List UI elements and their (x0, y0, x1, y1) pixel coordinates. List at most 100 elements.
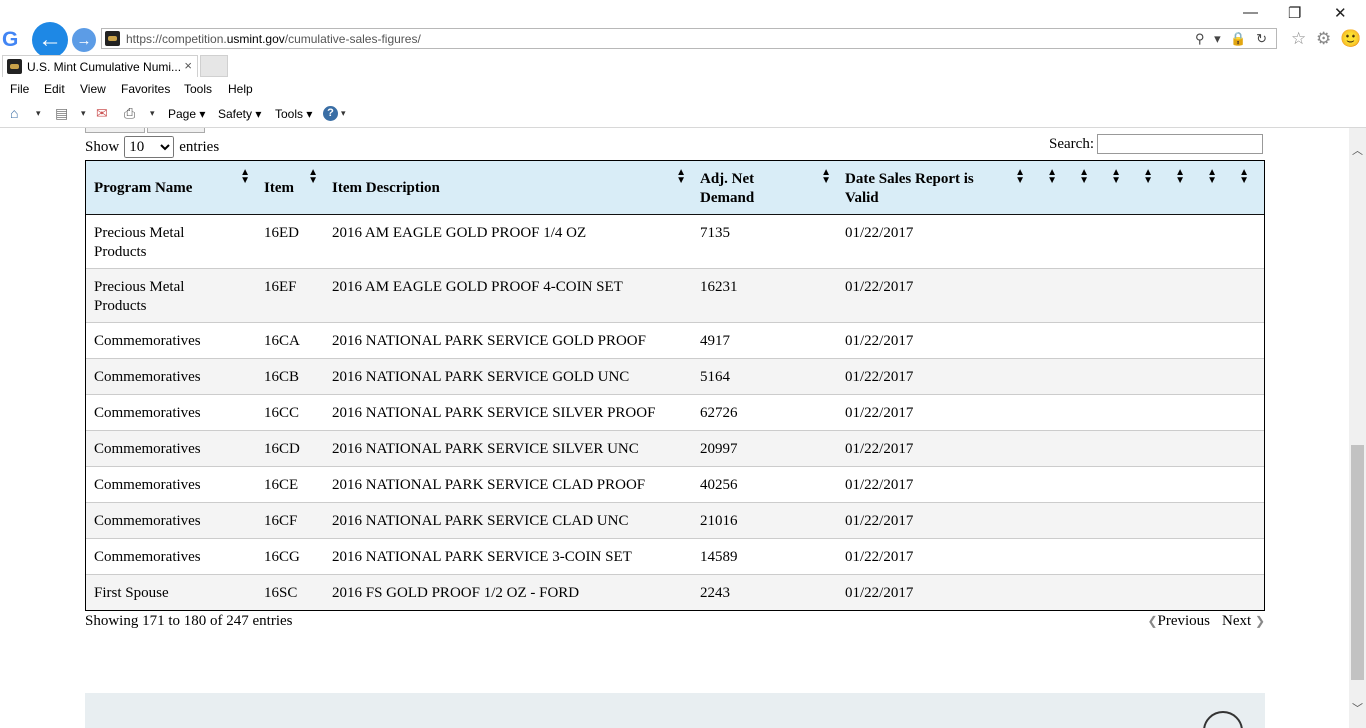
export-button-partial-2[interactable] (147, 128, 205, 133)
url-text[interactable]: https://competition.usmint.gov/cumulativ… (126, 32, 421, 46)
address-tools-icons[interactable]: ⚲ ▾ 🔒 ↻ (1195, 31, 1270, 47)
header-item[interactable]: Item ▲ ▼ (256, 161, 324, 214)
page-length-select[interactable]: 10 (124, 136, 175, 158)
scroll-down-icon[interactable]: ﹀ (1352, 700, 1363, 716)
cell-date: 01/22/2017 (845, 225, 914, 241)
tools-menu[interactable]: Tools ▾ (275, 107, 312, 121)
cell-date: 01/22/2017 (845, 477, 914, 493)
cell-program: Commemoratives (94, 513, 201, 529)
favorites-star-icon[interactable]: ☆ (1291, 29, 1306, 49)
header-empty-column[interactable]: ▲ ▼ (1127, 161, 1159, 214)
page-footer (85, 693, 1265, 728)
address-bar[interactable]: https://competition.usmint.gov/cumulativ… (101, 28, 1277, 49)
header-empty-column[interactable]: ▲ ▼ (1063, 161, 1095, 214)
minimize-icon[interactable]: — (1243, 4, 1258, 21)
header-label: Item (264, 180, 294, 196)
tab-active[interactable]: U.S. Mint Cumulative Numi... × (2, 55, 198, 77)
page-length-control: Show 10 entries (85, 136, 219, 158)
menu-view[interactable]: View (80, 82, 106, 96)
table-row: Commemoratives 16CC 2016 NATIONAL PARK SER… (86, 395, 1264, 431)
table-header: Program Name ▲ ▼ Item ▲ ▼ Item Description ▲ … (86, 161, 1264, 215)
cell-date: 01/22/2017 (845, 279, 914, 295)
header-label: Date Sales Report is Valid (845, 171, 974, 206)
sort-icon[interactable]: ▲ ▼ (1047, 168, 1057, 186)
header-empty-column[interactable]: ▲ ▼ (1191, 161, 1223, 214)
header-adj-net-demand[interactable]: Adj. Net Demand ▲ ▼ (692, 161, 837, 214)
sort-icon[interactable]: ▲ ▼ (1015, 168, 1025, 186)
sort-icon[interactable]: ▲ ▼ (1175, 168, 1185, 186)
help-caret-icon[interactable]: ▾ (341, 108, 346, 119)
previous-button[interactable]: ❮Previous (1147, 613, 1210, 630)
sort-icon[interactable]: ▲ ▼ (1079, 168, 1089, 186)
vertical-scrollbar[interactable]: ︿ ﹀ (1349, 128, 1366, 728)
page-menu[interactable]: Page ▾ (168, 107, 205, 121)
tools-menu-label: Tools (275, 107, 304, 121)
cell-desc: 2016 NATIONAL PARK SERVICE GOLD PROOF (332, 333, 646, 349)
cell-program: Precious Metal Products (94, 225, 185, 260)
menu-help[interactable]: Help (228, 82, 253, 96)
scroll-thumb[interactable] (1351, 445, 1364, 680)
page-menu-label: Page (168, 107, 197, 121)
new-tab-button[interactable] (200, 55, 228, 77)
close-window-icon[interactable]: ✕ (1334, 4, 1347, 22)
header-program-name[interactable]: Program Name ▲ ▼ (86, 161, 256, 214)
cell-demand: 4917 (700, 333, 730, 349)
cell-desc: 2016 NATIONAL PARK SERVICE SILVER UNC (332, 441, 639, 457)
feeds-caret-icon[interactable]: ▾ (81, 108, 86, 119)
sort-icon[interactable]: ▲ ▼ (1143, 168, 1153, 186)
menu-bar: File Edit View Favorites Tools Help (0, 79, 1366, 100)
cell-demand: 2243 (700, 585, 730, 601)
menu-favorites[interactable]: Favorites (121, 82, 170, 96)
mail-icon[interactable]: ✉ (96, 105, 108, 122)
header-empty-column[interactable]: ▲ ▼ (1031, 161, 1063, 214)
pagination: ❮Previous Next ❯ (1147, 613, 1265, 630)
restore-icon[interactable]: ❐ (1288, 4, 1301, 22)
cell-date: 01/22/2017 (845, 585, 914, 601)
home-icon[interactable]: ⌂ (10, 105, 18, 121)
sort-icon[interactable]: ▲ ▼ (1239, 168, 1249, 186)
header-empty-column[interactable]: ▲ ▼ (1095, 161, 1127, 214)
export-button-partial[interactable] (85, 128, 145, 133)
header-item-description[interactable]: Item Description ▲ ▼ (324, 161, 692, 214)
help-icon[interactable]: ? (323, 106, 338, 121)
table-row: Commemoratives 16CF 2016 NATIONAL PARK SER… (86, 503, 1264, 539)
back-button[interactable]: ← (32, 22, 68, 58)
forward-button[interactable]: → (72, 28, 96, 52)
scroll-up-icon[interactable]: ︿ (1352, 142, 1363, 158)
header-empty-column[interactable]: ▲ ▼ (1223, 161, 1255, 214)
print-caret-icon[interactable]: ▾ (150, 108, 155, 119)
tab-favicon-icon (7, 59, 22, 74)
cell-item: 16CC (264, 405, 300, 421)
menu-edit[interactable]: Edit (44, 82, 65, 96)
entries-label: entries (179, 138, 220, 155)
header-date-valid[interactable]: Date Sales Report is Valid ▲ ▼ (837, 161, 1031, 214)
sort-icon[interactable]: ▲ ▼ (1111, 168, 1121, 186)
menu-tools[interactable]: Tools (184, 82, 212, 96)
cell-demand: 7135 (700, 225, 730, 241)
header-label: Item Description (332, 180, 440, 196)
smiley-icon[interactable]: 🙂 (1340, 29, 1361, 49)
header-empty-column[interactable]: ▲ ▼ (1159, 161, 1191, 214)
search-control: Search: (1049, 134, 1263, 154)
gear-icon[interactable]: ⚙ (1316, 29, 1331, 49)
search-input[interactable] (1097, 134, 1263, 154)
tab-close-icon[interactable]: × (184, 58, 192, 73)
sort-icon[interactable]: ▲ ▼ (240, 168, 250, 186)
sort-icon[interactable]: ▲ ▼ (676, 168, 686, 186)
sort-icon[interactable]: ▲ ▼ (821, 168, 831, 186)
tools-caret-icon: ▾ (306, 107, 313, 121)
cell-program: Precious Metal Products (94, 279, 185, 314)
table-row: Precious Metal Products 16ED 2016 AM EAGLE… (86, 215, 1264, 269)
menu-file[interactable]: File (10, 82, 29, 96)
next-button[interactable]: Next ❯ (1222, 613, 1265, 630)
sort-icon[interactable]: ▲ ▼ (1207, 168, 1217, 186)
safety-menu-label: Safety (218, 107, 253, 121)
feeds-icon[interactable]: ▤ (55, 105, 68, 122)
header-label: Adj. Net Demand (700, 171, 755, 206)
safety-menu[interactable]: Safety ▾ (218, 107, 261, 121)
print-icon[interactable]: ⎙ (124, 105, 135, 122)
table-row: Commemoratives 16CE 2016 NATIONAL PARK SER… (86, 467, 1264, 503)
home-caret-icon[interactable]: ▾ (36, 108, 41, 119)
search-label: Search: (1049, 135, 1094, 152)
sort-icon[interactable]: ▲ ▼ (308, 168, 318, 186)
